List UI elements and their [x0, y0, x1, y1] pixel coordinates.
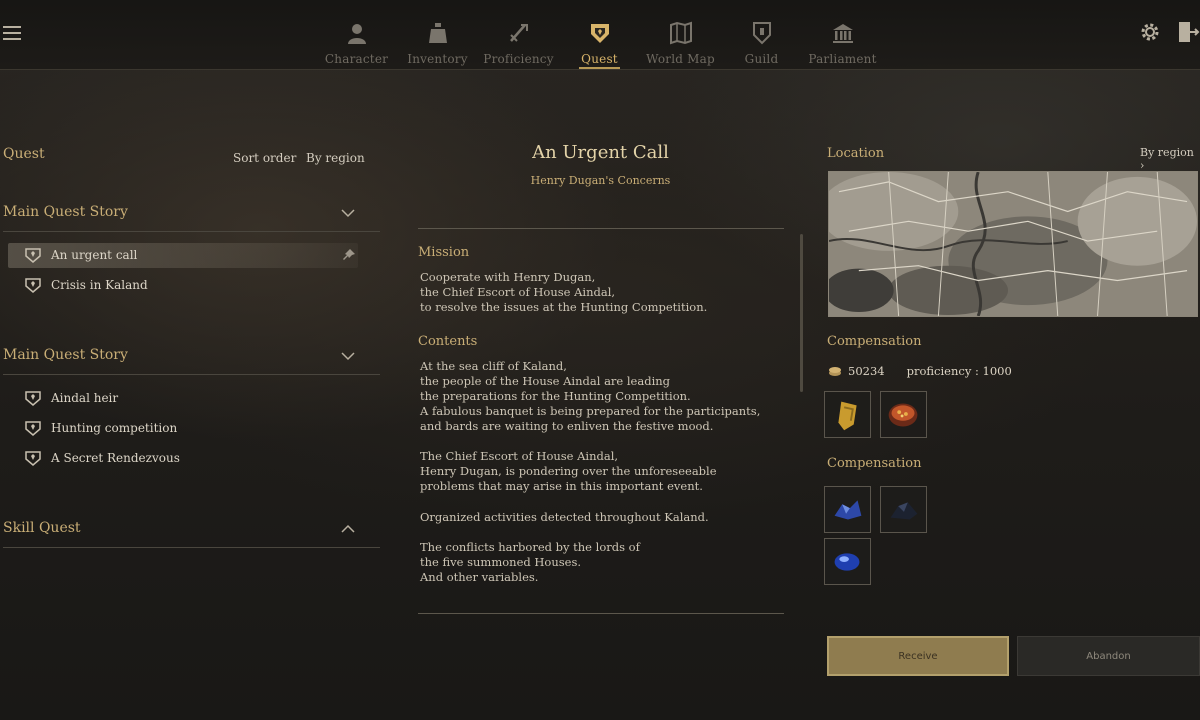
map-terrain — [829, 172, 1197, 316]
blue-crystal-item-icon — [834, 500, 862, 520]
nav-character[interactable]: Character — [316, 0, 397, 70]
quest-title: An Urgent Call — [532, 142, 669, 163]
quest-marker-icon — [25, 391, 41, 406]
divider — [418, 228, 784, 229]
chevron-down-icon — [341, 209, 355, 218]
nav-label: Guild — [744, 52, 779, 66]
quest-item-label: A Secret Rendezvous — [51, 451, 180, 465]
parliament-icon — [830, 20, 856, 46]
reward-slot[interactable] — [824, 538, 871, 585]
contents-heading: Contents — [418, 334, 478, 349]
reward-slot[interactable] — [824, 486, 871, 533]
mission-text: Cooperate with Henry Dugan, the Chief Es… — [420, 270, 708, 314]
menu-icon[interactable] — [3, 26, 21, 40]
chevron-down-icon — [341, 352, 355, 361]
guild-icon — [749, 20, 775, 46]
world-map-icon — [668, 20, 694, 46]
reward-slot[interactable] — [824, 391, 871, 438]
quest-list-item[interactable]: A Secret Rendezvous — [8, 446, 358, 471]
quest-marker-icon — [25, 421, 41, 436]
contents-paragraph: The conflicts harbored by the lords of t… — [420, 540, 640, 584]
currency-value: 50234 — [848, 364, 885, 378]
gold-shield-item-icon — [838, 401, 857, 431]
nav-guild[interactable]: Guild — [721, 0, 802, 70]
contents-paragraph: Organized activities detected throughout… — [420, 510, 709, 524]
inventory-icon — [425, 20, 451, 46]
quest-group-header[interactable]: Main Quest Story — [3, 202, 380, 232]
divider — [418, 613, 784, 614]
quest-marker-icon — [25, 248, 41, 263]
nav-proficiency[interactable]: Proficiency — [478, 0, 559, 70]
abandon-button[interactable]: Abandon — [1017, 636, 1200, 676]
blue-gem-item-icon — [834, 553, 860, 571]
proficiency-icon — [506, 20, 532, 46]
sort-order-value[interactable]: By region — [306, 151, 365, 165]
quest-group-title: Main Quest Story — [3, 204, 128, 220]
compensation-heading: Compensation — [827, 456, 922, 471]
contents-paragraph: The Chief Escort of House Aindal, Henry … — [420, 449, 717, 493]
food-bowl-item-icon — [888, 403, 918, 427]
proficiency-value: proficiency : 1000 — [906, 364, 1012, 378]
quest-item-label: Hunting competition — [51, 421, 178, 435]
quest-group-header[interactable]: Skill Quest — [3, 518, 380, 548]
nav-inventory[interactable]: Inventory — [397, 0, 478, 70]
quest-subtitle: Henry Dugan's Concerns — [530, 174, 671, 187]
nav-world-map[interactable]: World Map — [640, 0, 721, 70]
dark-ore-item-icon — [890, 502, 918, 520]
pin-icon[interactable] — [342, 248, 356, 262]
quest-item-label: An urgent call — [51, 248, 138, 262]
region-link-label: By region — [1140, 146, 1194, 159]
location-minimap[interactable] — [828, 171, 1198, 317]
top-right-actions — [1138, 20, 1200, 44]
quest-group-header[interactable]: Main Quest Story — [3, 345, 380, 375]
receive-button[interactable]: Receive — [827, 636, 1009, 676]
compensation-summary: 50234 proficiency : 1000 — [828, 364, 1012, 378]
location-region-link[interactable]: By region › — [1140, 146, 1200, 172]
contents-paragraph: At the sea cliff of Kaland, the people o… — [420, 359, 761, 433]
nav-label: Inventory — [407, 52, 468, 66]
quest-group-title: Main Quest Story — [3, 347, 128, 363]
compensation-heading: Compensation — [827, 334, 922, 349]
quest-marker-icon — [25, 451, 41, 466]
quest-item-label: Aindal heir — [51, 391, 119, 405]
quest-icon — [587, 20, 613, 46]
gear-icon[interactable] — [1138, 20, 1162, 44]
location-heading: Location — [827, 146, 885, 161]
nav-label: Proficiency — [483, 52, 554, 66]
nav-parliament[interactable]: Parliament — [802, 0, 883, 70]
coin-icon — [829, 367, 841, 376]
mission-heading: Mission — [418, 245, 470, 260]
main-nav: Character Inventory Proficiency Quest Wo… — [316, 0, 883, 70]
nav-label: World Map — [646, 52, 715, 66]
sort-order-label[interactable]: Sort order — [233, 151, 296, 165]
top-navigation-bar: Character Inventory Proficiency Quest Wo… — [0, 0, 1200, 70]
nav-label: Quest — [581, 52, 618, 66]
quest-list-item[interactable]: An urgent call — [8, 243, 358, 268]
quest-list-item[interactable]: Hunting competition — [8, 416, 358, 441]
quest-group-title: Skill Quest — [3, 520, 81, 536]
content-scrollbar[interactable] — [800, 234, 803, 392]
nav-label: Parliament — [808, 52, 877, 66]
reward-slot[interactable] — [880, 391, 927, 438]
quest-list-item[interactable]: Crisis in Kaland — [8, 273, 358, 298]
quest-item-label: Crisis in Kaland — [51, 278, 148, 292]
nav-label: Character — [324, 52, 389, 66]
reward-slot[interactable] — [880, 486, 927, 533]
quest-panel-title: Quest — [3, 146, 45, 162]
chevron-up-icon — [341, 524, 355, 533]
quest-list-item[interactable]: Aindal heir — [8, 386, 358, 411]
quest-marker-icon — [25, 278, 41, 293]
character-icon — [344, 20, 370, 46]
nav-quest[interactable]: Quest — [559, 0, 640, 70]
exit-icon[interactable] — [1176, 20, 1200, 44]
